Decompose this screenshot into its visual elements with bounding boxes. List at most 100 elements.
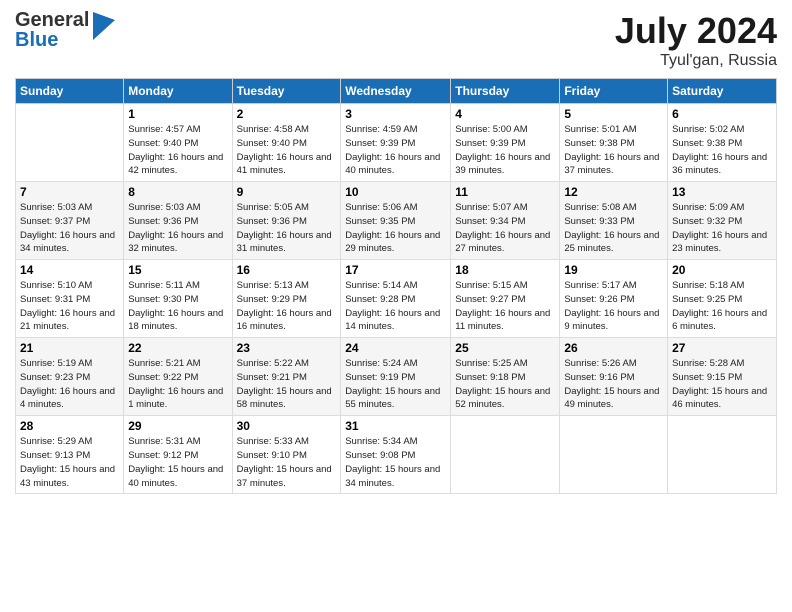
calendar-cell: 3Sunrise: 4:59 AMSunset: 9:39 PMDaylight…: [341, 104, 451, 182]
calendar-cell: [560, 416, 668, 494]
daylight-text: Daylight: 16 hours and 9 minutes.: [564, 308, 659, 333]
day-number: 4: [455, 107, 555, 121]
sunset-text: Sunset: 9:21 PM: [237, 372, 307, 383]
sunset-text: Sunset: 9:27 PM: [455, 294, 525, 305]
daylight-text: Daylight: 16 hours and 42 minutes.: [128, 152, 223, 177]
daylight-text: Daylight: 16 hours and 31 minutes.: [237, 230, 332, 255]
day-info: Sunrise: 5:28 AMSunset: 9:15 PMDaylight:…: [672, 357, 772, 412]
sunset-text: Sunset: 9:36 PM: [237, 216, 307, 227]
day-info: Sunrise: 5:15 AMSunset: 9:27 PMDaylight:…: [455, 279, 555, 334]
sunrise-text: Sunrise: 5:33 AM: [237, 436, 309, 447]
day-info: Sunrise: 5:05 AM Sunset: 9:36 PM Daylight:…: [237, 201, 337, 256]
daylight-text: Daylight: 16 hours and 40 minutes.: [345, 152, 440, 177]
sunset-text: Sunset: 9:25 PM: [672, 294, 742, 305]
day-number: 14: [20, 263, 119, 277]
calendar-cell: 12Sunrise: 5:08 AMSunset: 9:33 PMDayligh…: [560, 182, 668, 260]
daylight-text: Daylight: 16 hours and 29 minutes.: [345, 230, 440, 255]
calendar-cell: [16, 104, 124, 182]
day-info: Sunrise: 5:03 AMSunset: 9:37 PMDaylight:…: [20, 201, 119, 256]
calendar-cell: 27Sunrise: 5:28 AMSunset: 9:15 PMDayligh…: [668, 338, 777, 416]
sunrise-text: Sunrise: 5:01 AM: [564, 124, 636, 135]
day-info: Sunrise: 5:29 AMSunset: 9:13 PMDaylight:…: [20, 435, 119, 490]
sunset-text: Sunset: 9:39 PM: [345, 138, 415, 149]
dow-header-monday: Monday: [124, 79, 232, 104]
day-info: Sunrise: 4:58 AM Sunset: 9:40 PM Daylight:…: [237, 123, 337, 178]
calendar-cell: 28Sunrise: 5:29 AMSunset: 9:13 PMDayligh…: [16, 416, 124, 494]
daylight-text: Daylight: 16 hours and 32 minutes.: [128, 230, 223, 255]
calendar-cell: 2Sunrise: 4:58 AMSunset: 9:40 PMDaylight…: [232, 104, 341, 182]
sunrise-text: Sunrise: 5:22 AM: [237, 358, 309, 369]
daylight-text: Daylight: 16 hours and 21 minutes.: [20, 308, 115, 333]
sunrise-text: Sunrise: 5:03 AM: [128, 202, 200, 213]
day-number: 1: [128, 107, 227, 121]
sunrise-text: Sunrise: 5:02 AM: [672, 124, 744, 135]
daylight-text: Daylight: 16 hours and 18 minutes.: [128, 308, 223, 333]
week-row-4: 21Sunrise: 5:19 AMSunset: 9:23 PMDayligh…: [16, 338, 777, 416]
day-info: Sunrise: 5:11 AMSunset: 9:30 PMDaylight:…: [128, 279, 227, 334]
daylight-text: Daylight: 16 hours and 34 minutes.: [20, 230, 115, 255]
calendar-cell: 1 Sunrise: 4:57 AMSunset: 9:40 PMDaylight…: [124, 104, 232, 182]
calendar-cell: 7 Sunrise: 5:03 AMSunset: 9:37 PMDaylight…: [16, 182, 124, 260]
day-number: 26: [564, 341, 663, 355]
sunrise-text: Sunrise: 5:31 AM: [128, 436, 200, 447]
day-number: 21: [20, 341, 119, 355]
sunrise-text: Sunrise: 5:13 AM: [237, 280, 309, 291]
sunrise-text: Sunrise: 5:00 AM: [455, 124, 527, 135]
sunset-text: Sunset: 9:13 PM: [20, 450, 90, 461]
page-container: General Blue July 2024 Tyul'gan, Russia …: [0, 0, 792, 504]
daylight-text: Daylight: 15 hours and 52 minutes.: [455, 386, 550, 411]
day-info: Sunrise: 5:13 AMSunset: 9:29 PMDaylight:…: [237, 279, 337, 334]
day-info: Sunrise: 5:10 AMSunset: 9:31 PMDaylight:…: [20, 279, 119, 334]
calendar-cell: 20Sunrise: 5:18 AMSunset: 9:25 PMDayligh…: [668, 260, 777, 338]
day-info: Sunrise: 5:09 AMSunset: 9:32 PMDaylight:…: [672, 201, 772, 256]
calendar-cell: 8Sunrise: 5:03 AMSunset: 9:36 PMDaylight…: [124, 182, 232, 260]
sunset-text: Sunset: 9:35 PM: [345, 216, 415, 227]
calendar-cell: [451, 416, 560, 494]
calendar-cell: 31Sunrise: 5:34 AMSunset: 9:08 PMDayligh…: [341, 416, 451, 494]
day-info: Sunrise: 5:17 AMSunset: 9:26 PMDaylight:…: [564, 279, 663, 334]
day-number: 31: [345, 419, 446, 433]
sunrise-text: Sunrise: 5:17 AM: [564, 280, 636, 291]
calendar-cell: 25Sunrise: 5:25 AMSunset: 9:18 PMDayligh…: [451, 338, 560, 416]
day-number: 24: [345, 341, 446, 355]
day-info: Sunrise: 4:57 AMSunset: 9:40 PMDaylight:…: [128, 123, 227, 178]
sunset-text: Sunset: 9:40 PM: [128, 138, 198, 149]
day-info: Sunrise: 5:26 AMSunset: 9:16 PMDaylight:…: [564, 357, 663, 412]
dow-header-sunday: Sunday: [16, 79, 124, 104]
week-row-3: 14 Sunrise: 5:10 AMSunset: 9:31 PMDayligh…: [16, 260, 777, 338]
location: Tyul'gan, Russia: [615, 52, 777, 70]
sunset-text: Sunset: 9:40 PM: [237, 138, 307, 149]
daylight-text: Daylight: 16 hours and 37 minutes.: [564, 152, 659, 177]
sunset-text: Sunset: 9:28 PM: [345, 294, 415, 305]
sunrise-text: Sunrise: 5:24 AM: [345, 358, 417, 369]
sunrise-text: Sunrise: 4:58 AM: [237, 124, 309, 135]
daylight-text: Daylight: 15 hours and 43 minutes.: [20, 464, 115, 489]
sunset-text: Sunset: 9:19 PM: [345, 372, 415, 383]
sunrise-text: Sunrise: 5:18 AM: [672, 280, 744, 291]
day-number: 23: [237, 341, 337, 355]
sunset-text: Sunset: 9:37 PM: [20, 216, 90, 227]
day-info: Sunrise: 5:22 AMSunset: 9:21 PMDaylight:…: [237, 357, 337, 412]
calendar-cell: 21Sunrise: 5:19 AMSunset: 9:23 PMDayligh…: [16, 338, 124, 416]
daylight-text: Daylight: 16 hours and 4 minutes.: [20, 386, 115, 411]
sunrise-text: Sunrise: 5:28 AM: [672, 358, 744, 369]
sunrise-text: Sunrise: 5:11 AM: [128, 280, 200, 291]
daylight-text: Daylight: 16 hours and 11 minutes.: [455, 308, 550, 333]
day-number: 22: [128, 341, 227, 355]
day-info: Sunrise: 5:33 AMSunset: 9:10 PMDaylight:…: [237, 435, 337, 490]
calendar-cell: 14 Sunrise: 5:10 AMSunset: 9:31 PMDayligh…: [16, 260, 124, 338]
day-number: 11: [455, 185, 555, 199]
sunrise-text: Sunrise: 5:05 AM: [237, 202, 309, 213]
daylight-text: Daylight: 15 hours and 34 minutes.: [345, 464, 440, 489]
calendar-cell: 4Sunrise: 5:00 AMSunset: 9:39 PMDaylight…: [451, 104, 560, 182]
sunset-text: Sunset: 9:15 PM: [672, 372, 742, 383]
day-number: 15: [128, 263, 227, 277]
daylight-text: Daylight: 16 hours and 41 minutes.: [237, 152, 332, 177]
day-info: Sunrise: 5:08 AMSunset: 9:33 PMDaylight:…: [564, 201, 663, 256]
day-number: 6: [672, 107, 772, 121]
week-row-2: 7Sunrise: 5:03 AMSunset: 9:37 PMDaylight…: [16, 182, 777, 260]
sunrise-text: Sunrise: 5:09 AM: [672, 202, 744, 213]
day-number: 7: [20, 185, 119, 199]
logo-icon: [93, 12, 115, 45]
day-info: Sunrise: 5:25 AMSunset: 9:18 PMDaylight:…: [455, 357, 555, 412]
